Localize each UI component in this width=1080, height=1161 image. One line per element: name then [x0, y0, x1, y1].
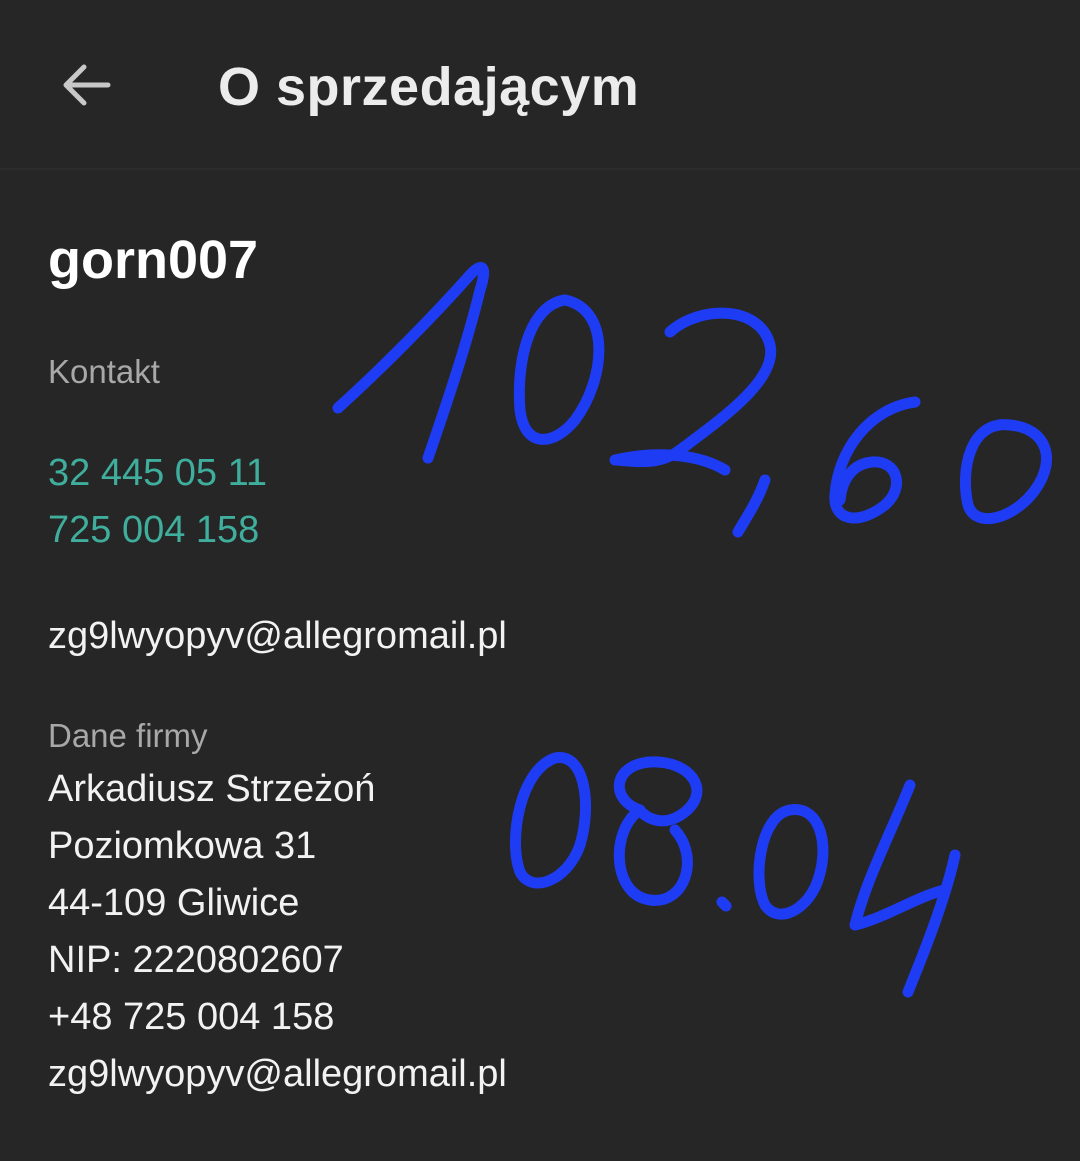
company-label: Dane firmy: [48, 717, 208, 754]
handwritten-date: [509, 752, 961, 998]
seller-name: gorn007: [48, 230, 259, 290]
contact-label: Kontakt: [48, 353, 160, 390]
app-bar: O sprzedającym: [0, 0, 1080, 170]
company-phone[interactable]: +48 725 004 158: [48, 994, 334, 1040]
company-nip: NIP: 2220802607: [48, 939, 344, 981]
company-city: 44-109 Gliwice: [48, 882, 300, 924]
company-owner-name: Arkadiusz Strzeżoń: [48, 768, 376, 810]
phone-link-1[interactable]: 32 445 05 11: [48, 450, 267, 496]
company-street: Poziomkowa 31: [48, 825, 317, 867]
arrow-left-icon: [63, 64, 111, 106]
handwritten-amount: [332, 261, 1052, 538]
company-email[interactable]: zg9lwyopyv@allegromail.pl: [48, 1051, 507, 1097]
page-title: O sprzedającym: [218, 57, 640, 117]
phone-link-2[interactable]: 725 004 158: [48, 507, 259, 553]
contact-email[interactable]: zg9lwyopyv@allegromail.pl: [48, 613, 507, 659]
handwritten-annotations: [332, 261, 1052, 998]
back-button[interactable]: [46, 50, 126, 120]
